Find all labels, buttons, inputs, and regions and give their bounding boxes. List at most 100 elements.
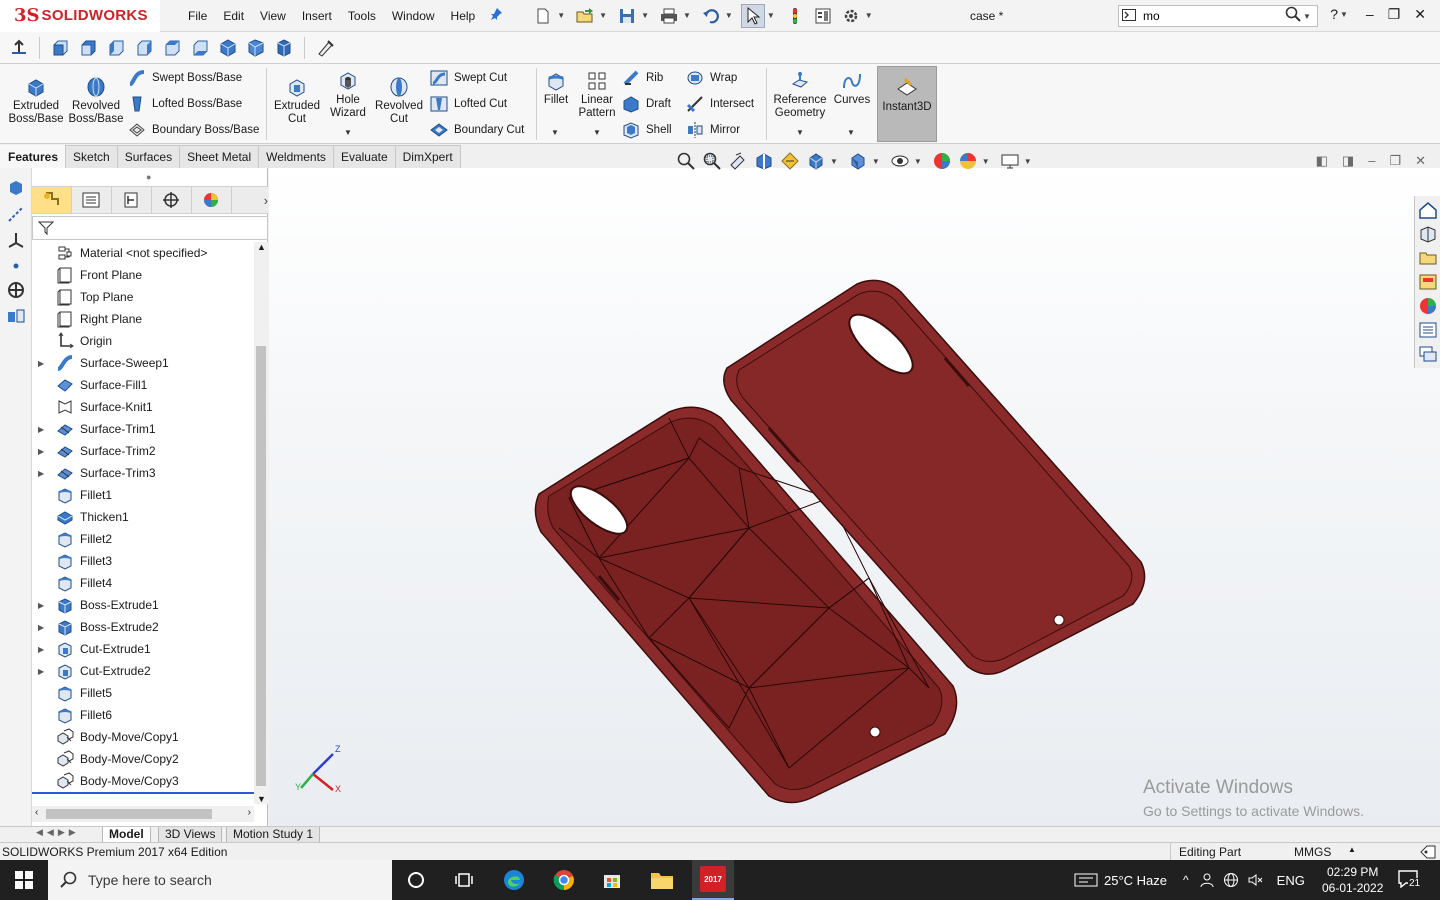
- display-style-icon[interactable]: [848, 151, 868, 171]
- chevron-down-icon[interactable]: ▼: [767, 11, 775, 20]
- help-icon[interactable]: ?: [1330, 6, 1338, 23]
- chevron-down-icon[interactable]: ▼: [599, 11, 607, 20]
- task-view-icon[interactable]: [450, 866, 478, 894]
- select-cursor-icon[interactable]: [740, 3, 765, 28]
- filter-icon[interactable]: [38, 220, 54, 236]
- view-orientation-icon[interactable]: [806, 151, 826, 171]
- viewport-close-icon[interactable]: ✕: [1415, 153, 1426, 169]
- chevron-down-icon[interactable]: ▼: [830, 157, 838, 166]
- expand-arrow-icon[interactable]: ▶: [38, 601, 44, 610]
- microsoft-store-icon[interactable]: [598, 866, 626, 894]
- scroll-left-icon[interactable]: ‹: [35, 807, 38, 818]
- file-explorer-taskbar-icon[interactable]: [648, 866, 676, 894]
- people-icon[interactable]: [1199, 872, 1215, 888]
- lofted-boss-button[interactable]: Lofted Boss/Base: [128, 93, 242, 115]
- chevron-down-icon[interactable]: ▼: [725, 11, 733, 20]
- chevron-down-icon[interactable]: ▼: [865, 11, 873, 20]
- sketch-line-icon[interactable]: [6, 204, 26, 224]
- extruded-boss-button[interactable]: Extruded Boss/Base: [6, 76, 66, 126]
- taskbar-search-box[interactable]: Type here to search: [48, 860, 392, 900]
- hide-show-items-icon[interactable]: [890, 151, 910, 171]
- tree-node[interactable]: ▶ Surface-Sweep1: [32, 352, 254, 374]
- tree-node[interactable]: Fillet1: [32, 484, 254, 506]
- property-manager-tab-icon[interactable]: [72, 187, 112, 213]
- expand-arrow-icon[interactable]: ▶: [38, 469, 44, 478]
- tree-node[interactable]: ▶ Cut-Extrude2: [32, 660, 254, 682]
- file-properties-icon[interactable]: [811, 4, 835, 28]
- point-icon[interactable]: [6, 256, 26, 276]
- draft-button[interactable]: Draft: [622, 93, 671, 115]
- tab-features[interactable]: Features: [0, 145, 67, 168]
- tree-node[interactable]: ▶ Surface-Trim3: [32, 462, 254, 484]
- mirror-button[interactable]: Mirror: [686, 119, 740, 141]
- bottom-view-icon[interactable]: [189, 37, 211, 59]
- tree-node[interactable]: Body-Move/Copy2: [32, 748, 254, 770]
- minimize-icon[interactable]: –: [1366, 6, 1374, 23]
- scroll-right-icon[interactable]: ›: [248, 807, 251, 818]
- tab-scroll-arrows-icon[interactable]: ◀◀▶▶: [36, 827, 80, 838]
- configuration-manager-tab-icon[interactable]: [112, 187, 152, 213]
- reference-geometry-button[interactable]: Reference Geometry: [770, 70, 830, 120]
- search-commands-box[interactable]: ▼: [1118, 5, 1318, 27]
- isometric-view-icon[interactable]: [217, 37, 239, 59]
- expand-arrow-icon[interactable]: ▶: [38, 667, 44, 676]
- edge-browser-icon[interactable]: [500, 866, 528, 894]
- wrap-button[interactable]: Wrap: [686, 67, 737, 89]
- tree-node[interactable]: Top Plane: [32, 286, 254, 308]
- section-view-icon[interactable]: [754, 151, 774, 171]
- menu-help[interactable]: Help: [443, 4, 484, 28]
- tree-horizontal-scrollbar[interactable]: ‹ ›: [32, 806, 254, 822]
- boundary-boss-button[interactable]: Boundary Boss/Base: [128, 119, 259, 141]
- left-view-icon[interactable]: [105, 37, 127, 59]
- dynamic-annotation-icon[interactable]: [780, 151, 800, 171]
- expand-arrow-icon[interactable]: ▶: [38, 425, 44, 434]
- search-icon[interactable]: [1285, 6, 1301, 27]
- normal-to-icon[interactable]: [8, 37, 30, 59]
- view-settings-icon[interactable]: [1000, 151, 1020, 171]
- cortana-icon[interactable]: [402, 866, 430, 894]
- scroll-up-icon[interactable]: ▲: [257, 242, 266, 252]
- lofted-cut-button[interactable]: Lofted Cut: [430, 93, 507, 115]
- scroll-down-icon[interactable]: ▼: [257, 794, 266, 804]
- network-globe-icon[interactable]: [1223, 872, 1239, 888]
- tab-3d-views[interactable]: 3D Views: [158, 827, 223, 843]
- tree-node[interactable]: Fillet4: [32, 572, 254, 594]
- pin-icon[interactable]: [489, 7, 503, 24]
- rebuild-icon[interactable]: [783, 4, 807, 28]
- revolved-boss-button[interactable]: Revolved Boss/Base: [66, 76, 126, 126]
- chevron-down-icon[interactable]: ▼: [344, 128, 352, 137]
- tab-motion-study[interactable]: Motion Study 1: [226, 827, 321, 843]
- new-document-icon[interactable]: [531, 4, 555, 28]
- clock[interactable]: 02:29 PM 06-01-2022: [1322, 864, 1383, 896]
- chevron-down-icon[interactable]: ▼: [1024, 157, 1032, 166]
- intersect-button[interactable]: Intersect: [686, 93, 754, 115]
- tree-node[interactable]: Fillet5: [32, 682, 254, 704]
- tab-dimxpert[interactable]: DimXpert: [394, 145, 461, 168]
- tree-node[interactable]: Origin: [32, 330, 254, 352]
- dimetric-view-icon[interactable]: [273, 37, 295, 59]
- solidworks-logo[interactable]: 3S SOLIDWORKS: [0, 0, 160, 32]
- chevron-down-icon[interactable]: ▼: [593, 128, 601, 137]
- tree-vertical-scrollbar[interactable]: ▲ ▼: [254, 242, 268, 804]
- tab-weldments[interactable]: Weldments: [258, 145, 334, 168]
- model-view[interactable]: [269, 168, 1440, 826]
- chevron-down-icon[interactable]: ▼: [796, 128, 804, 137]
- zoom-to-fit-icon[interactable]: [676, 151, 696, 171]
- open-folder-icon[interactable]: [573, 4, 597, 28]
- solidworks-resources-icon[interactable]: [1418, 200, 1438, 220]
- swept-boss-button[interactable]: Swept Boss/Base: [128, 67, 242, 89]
- instant3d-button[interactable]: Instant3D: [877, 66, 937, 142]
- next-view-nav-icon[interactable]: ◨: [1342, 153, 1354, 169]
- tab-surfaces[interactable]: Surfaces: [116, 145, 181, 168]
- mate-reference-icon[interactable]: [6, 306, 26, 326]
- chevron-up-icon[interactable]: ^: [1183, 873, 1189, 887]
- language-indicator[interactable]: ENG: [1277, 873, 1305, 888]
- apply-scene-icon[interactable]: [958, 151, 978, 171]
- coordinate-system-icon[interactable]: [6, 280, 26, 300]
- zoom-to-area-icon[interactable]: [702, 151, 722, 171]
- expand-arrow-icon[interactable]: ▶: [38, 447, 44, 456]
- tree-node[interactable]: Fillet2: [32, 528, 254, 550]
- appearances-scenes-icon[interactable]: [1418, 296, 1438, 316]
- custom-properties-icon[interactable]: [1418, 320, 1438, 340]
- previous-view-nav-icon[interactable]: ◧: [1316, 153, 1328, 169]
